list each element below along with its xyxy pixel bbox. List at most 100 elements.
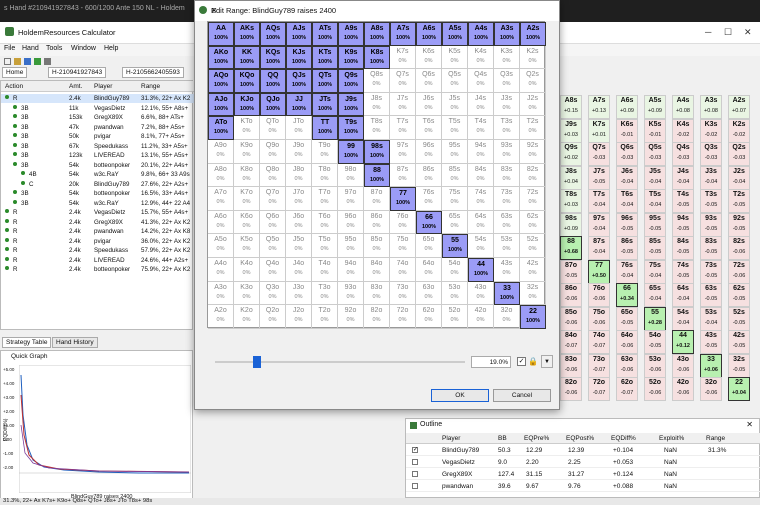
- outline-close-icon[interactable]: ✕: [746, 420, 753, 429]
- hand-cell[interactable]: K2s 0%: [520, 45, 546, 70]
- ok-button[interactable]: OK: [431, 389, 489, 402]
- hand-cell[interactable]: 76s 0%: [416, 187, 442, 211]
- hand-cell[interactable]: 94s 0%: [468, 140, 494, 164]
- hand-cell[interactable]: K9s 100%: [338, 45, 364, 70]
- hand-cell[interactable]: A7o 0%: [208, 187, 234, 211]
- tab-home[interactable]: Home: [2, 67, 28, 78]
- outline-row[interactable]: VegasDietz 9.0 2.20 2.25 +0.053 NaN: [406, 457, 760, 468]
- strategy-cell[interactable]: 54s -0.04: [672, 306, 694, 331]
- hand-cell[interactable]: 62o 0%: [416, 305, 442, 329]
- strategy-cell[interactable]: T6s -0.04: [616, 189, 638, 213]
- strategy-cell[interactable]: A6s +0.09: [616, 95, 638, 119]
- strategy-cell[interactable]: 73o -0.07: [588, 353, 610, 378]
- strategy-cell[interactable]: 66 +0.34: [616, 283, 638, 307]
- hand-cell[interactable]: 84s 0%: [468, 163, 494, 188]
- strategy-cell[interactable]: 76s -0.04: [616, 259, 638, 284]
- hand-cell[interactable]: 65s 0%: [442, 210, 468, 235]
- hand-cell[interactable]: J4o 0%: [286, 258, 312, 282]
- hand-cell[interactable]: J9s 100%: [338, 92, 364, 117]
- hand-cell[interactable]: J3o 0%: [286, 281, 312, 306]
- strategy-cell[interactable]: A3s +0.08: [700, 95, 722, 119]
- hand-cell[interactable]: Q5s 0%: [442, 69, 468, 93]
- strategy-cell[interactable]: 77 +0.50: [588, 259, 610, 284]
- strategy-cell[interactable]: T2s -0.05: [728, 189, 750, 213]
- strategy-cell[interactable]: 53o -0.06: [644, 353, 666, 378]
- hand-cell[interactable]: K9o 0%: [234, 140, 260, 164]
- strategy-cell[interactable]: Q6s -0.03: [616, 142, 638, 166]
- strategy-cell[interactable]: 84o -0.07: [560, 330, 582, 354]
- outline-row[interactable]: pwandwan 39.6 9.67 9.76 +0.088 NaN: [406, 481, 760, 492]
- outline-row[interactable]: ✓ BlindGuy789 50.3 12.29 12.39 +0.104 NaN 31.3%: [406, 445, 760, 456]
- open-icon[interactable]: [14, 58, 21, 65]
- strategy-cell[interactable]: 74o -0.07: [588, 330, 610, 354]
- hand-cell[interactable]: KJo 100%: [234, 92, 260, 117]
- hand-cell[interactable]: Q4o 0%: [260, 258, 286, 282]
- hand-cell[interactable]: AQs 100%: [260, 22, 286, 46]
- hand-cell[interactable]: 82s 0%: [520, 163, 546, 188]
- strategy-cell[interactable]: 64o -0.06: [616, 330, 638, 354]
- hand-cell[interactable]: 98s 100%: [364, 140, 390, 164]
- hand-cell[interactable]: 77 100%: [390, 187, 416, 211]
- tree-row[interactable]: 3B 54k botteonpoker 16.5%, 33+ A4s+: [1, 189, 194, 198]
- hand-cell[interactable]: 73s 0%: [494, 187, 520, 211]
- hand-cell[interactable]: A7s 100%: [390, 22, 416, 46]
- hand-cell[interactable]: K2o 0%: [234, 305, 260, 329]
- player-checkbox[interactable]: [412, 471, 418, 477]
- hand-cell[interactable]: 74o 0%: [390, 258, 416, 282]
- hand-cell[interactable]: T4s 0%: [468, 116, 494, 140]
- tree-row[interactable]: R 2.4k GregX89X 41.3%, 22+ Ax K2: [1, 218, 194, 227]
- tree-row[interactable]: 3B 67k Speedukass 11.2%, 33+ A5s+: [1, 142, 194, 151]
- strategy-cell[interactable]: 85o -0.06: [560, 306, 582, 331]
- strategy-cell[interactable]: 32o -0.06: [700, 377, 722, 401]
- player-checkbox[interactable]: ✓: [412, 447, 418, 453]
- hand-cell[interactable]: K5o 0%: [234, 234, 260, 258]
- hand-cell[interactable]: J7o 0%: [286, 187, 312, 211]
- strategy-cell[interactable]: 43s -0.05: [700, 330, 722, 354]
- strategy-cell[interactable]: J8s +0.04: [560, 165, 582, 190]
- tree-row[interactable]: 3B 11k VegasDietz 12.1%, 55+ A8s+: [1, 104, 194, 113]
- hand-cell[interactable]: AQo 100%: [208, 69, 234, 93]
- hand-cell[interactable]: AJo 100%: [208, 92, 234, 117]
- hand-cell[interactable]: A3o 0%: [208, 281, 234, 306]
- hand-cell[interactable]: T5o 0%: [312, 234, 338, 258]
- hand-cell[interactable]: 75s 0%: [442, 187, 468, 211]
- hand-cell[interactable]: 76o 0%: [390, 210, 416, 235]
- hand-cell[interactable]: Q9s 100%: [338, 69, 364, 93]
- hand-cell[interactable]: Q2o 0%: [260, 305, 286, 329]
- hand-cell[interactable]: J7s 0%: [390, 92, 416, 117]
- strategy-cell[interactable]: 55 +0.28: [644, 306, 666, 331]
- hand-cell[interactable]: Q2s 0%: [520, 69, 546, 93]
- strategy-cell[interactable]: 22 +0.04: [728, 377, 750, 401]
- hand-cell[interactable]: A6s 100%: [416, 22, 442, 46]
- hand-cell[interactable]: T9s 100%: [338, 116, 364, 140]
- hand-cell[interactable]: T5s 0%: [442, 116, 468, 140]
- range-percent-input[interactable]: 19.0%: [471, 356, 511, 368]
- strategy-cell[interactable]: 86o -0.06: [560, 283, 582, 307]
- hand-cell[interactable]: 32o 0%: [494, 305, 520, 329]
- hand-cell[interactable]: 85o 0%: [364, 234, 390, 258]
- strategy-cell[interactable]: 33 +0.06: [700, 353, 722, 378]
- strategy-cell[interactable]: Q7s -0.03: [588, 142, 610, 166]
- tab-hand-2[interactable]: H-2105662405593: [122, 67, 184, 78]
- tab-hand-history[interactable]: Hand History: [52, 337, 98, 348]
- hand-cell[interactable]: A5s 100%: [442, 22, 468, 46]
- hand-cell[interactable]: K4o 0%: [234, 258, 260, 282]
- strategy-cell[interactable]: 72s -0.06: [728, 259, 750, 284]
- outline-col-bb[interactable]: BB: [498, 435, 507, 442]
- strategy-cell[interactable]: 43o -0.06: [672, 353, 694, 378]
- hand-cell[interactable]: Q7o 0%: [260, 187, 286, 211]
- outline-col-exploit[interactable]: Exploit%: [659, 435, 684, 442]
- hand-cell[interactable]: 87o 0%: [364, 187, 390, 211]
- dialog-close-icon[interactable]: ✕: [211, 6, 551, 15]
- hand-cell[interactable]: T4o 0%: [312, 258, 338, 282]
- hand-cell[interactable]: T7s 0%: [390, 116, 416, 140]
- hand-cell[interactable]: A9o 0%: [208, 140, 234, 164]
- close-icon[interactable]: ✕: [744, 27, 752, 38]
- strategy-cell[interactable]: A7s +0.13: [588, 95, 610, 119]
- hand-cell[interactable]: J5s 0%: [442, 92, 468, 117]
- outline-col-range[interactable]: Range: [706, 435, 725, 442]
- settings-icon[interactable]: [44, 58, 51, 65]
- hand-cell[interactable]: 85s 0%: [442, 163, 468, 188]
- strategy-cell[interactable]: J6s -0.04: [616, 165, 638, 190]
- strategy-cell[interactable]: 82s -0.06: [728, 236, 750, 260]
